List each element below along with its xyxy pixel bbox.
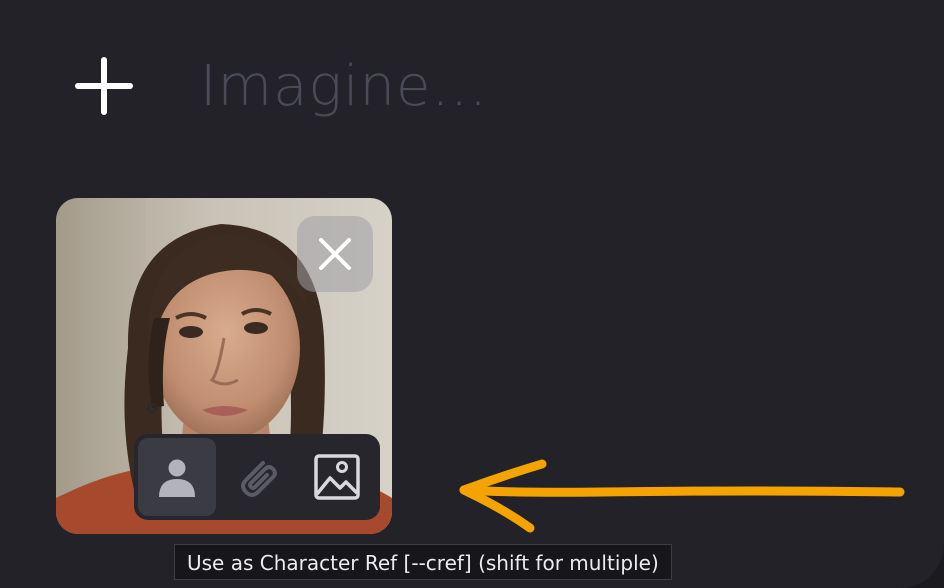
attach-button[interactable]	[218, 438, 296, 516]
plus-icon	[75, 57, 133, 115]
prompt-panel: Use as Character Ref [--cref] (shift for…	[0, 0, 944, 588]
image-prompt-button[interactable]	[298, 438, 376, 516]
add-button[interactable]	[74, 56, 134, 116]
image-role-toolbar	[134, 434, 380, 520]
tooltip: Use as Character Ref [--cref] (shift for…	[174, 544, 672, 580]
prompt-input[interactable]	[196, 50, 904, 122]
close-icon	[319, 238, 351, 270]
annotation-arrow	[459, 459, 905, 533]
person-icon	[159, 459, 195, 497]
character-ref-button[interactable]	[138, 438, 216, 516]
image-icon	[314, 454, 360, 500]
paperclip-icon	[241, 461, 277, 497]
remove-image-button[interactable]	[297, 216, 373, 292]
